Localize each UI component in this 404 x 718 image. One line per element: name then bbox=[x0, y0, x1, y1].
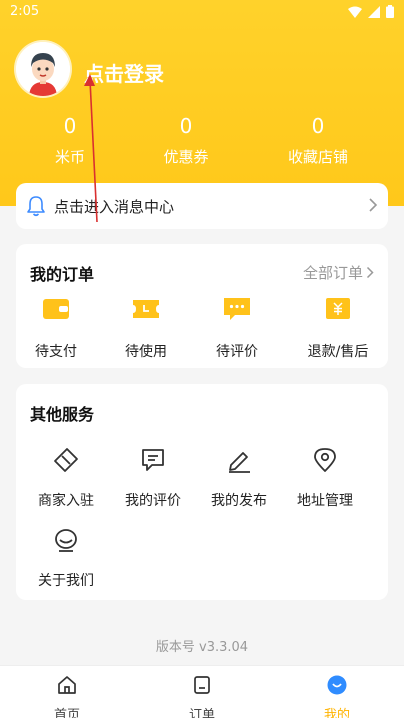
order-to-review[interactable]: 待评价 bbox=[197, 296, 277, 361]
home-icon bbox=[58, 676, 76, 694]
service-about-us[interactable]: 关于我们 bbox=[24, 527, 108, 590]
about-icon bbox=[55, 529, 77, 552]
edit-icon bbox=[229, 452, 250, 473]
service-merchant-join[interactable]: 商家入驻 bbox=[24, 447, 108, 510]
refund-icon bbox=[326, 298, 350, 319]
service-label: 地址管理 bbox=[297, 493, 353, 509]
review-icon bbox=[142, 449, 164, 471]
all-orders-link[interactable]: 全部订单 bbox=[303, 262, 374, 283]
chevron-right-icon bbox=[366, 266, 374, 279]
merchant-icon bbox=[54, 448, 78, 472]
profile-header: 2:05 点击登录 0 米币 0 优惠券 0 收藏店铺 bbox=[0, 0, 404, 206]
location-icon bbox=[314, 448, 336, 472]
bell-icon bbox=[27, 196, 45, 217]
stat-label: 收藏店铺 bbox=[287, 148, 348, 166]
all-orders-label: 全部订单 bbox=[302, 264, 363, 282]
stat-label: 米币 bbox=[54, 148, 85, 166]
order-to-use[interactable]: 待使用 bbox=[106, 296, 186, 361]
orders-title: 我的订单 bbox=[30, 265, 95, 284]
tab-label: 首页 bbox=[53, 708, 80, 718]
service-label: 商家入驻 bbox=[38, 493, 94, 509]
message-center-entry[interactable]: 点击进入消息中心 bbox=[16, 183, 388, 229]
tab-mine[interactable]: 我的 bbox=[270, 666, 404, 718]
tab-orders[interactable]: 订单 bbox=[135, 666, 269, 718]
tab-label: 我的 bbox=[323, 708, 350, 718]
stat-value: 0 bbox=[179, 114, 193, 138]
stat-coupons[interactable]: 0 优惠券 bbox=[126, 114, 246, 167]
wifi-icon bbox=[348, 6, 362, 18]
order-item-label: 待使用 bbox=[125, 344, 167, 360]
status-time: 2:05 bbox=[10, 4, 40, 19]
wallet-icon bbox=[43, 299, 69, 319]
chevron-right-icon bbox=[369, 198, 378, 212]
services-title: 其他服务 bbox=[30, 405, 95, 424]
order-item-label: 退款/售后 bbox=[307, 344, 369, 360]
tab-home[interactable]: 首页 bbox=[0, 666, 134, 718]
tab-label: 订单 bbox=[188, 708, 215, 718]
stats-row: 0 米币 0 优惠券 0 收藏店铺 bbox=[0, 114, 404, 174]
avatar-icon bbox=[16, 42, 70, 96]
ticket-icon bbox=[133, 300, 159, 318]
comment-icon bbox=[224, 298, 250, 320]
stat-value: 0 bbox=[311, 114, 325, 138]
message-center-label: 点击进入消息中心 bbox=[54, 197, 175, 216]
order-item-label: 待评价 bbox=[216, 344, 258, 360]
stat-value: 0 bbox=[63, 114, 77, 138]
stat-coins[interactable]: 0 米币 bbox=[10, 114, 130, 167]
service-label: 我的发布 bbox=[211, 493, 267, 509]
service-my-posts[interactable]: 我的发布 bbox=[197, 447, 281, 510]
service-my-reviews[interactable]: 我的评价 bbox=[111, 447, 195, 510]
order-pending-payment[interactable]: 待支付 bbox=[16, 296, 96, 361]
stat-label: 优惠券 bbox=[163, 148, 209, 166]
login-link[interactable]: 点击登录 bbox=[84, 58, 164, 87]
battery-icon bbox=[386, 5, 394, 18]
order-refund-aftersale[interactable]: 退款/售后 bbox=[298, 296, 378, 361]
version-text: 版本号 v3.3.04 bbox=[155, 640, 249, 655]
my-orders-card: 我的订单 全部订单 待支付 待使用 待评价 退款/售后 bbox=[16, 244, 388, 368]
order-icon bbox=[194, 676, 210, 694]
bottom-tab-bar: 首页 订单 我的 bbox=[0, 665, 404, 718]
service-address-manage[interactable]: 地址管理 bbox=[283, 447, 367, 510]
other-services-card: 其他服务 商家入驻 我的评价 我的发布 地址管理 关于我们 bbox=[16, 384, 388, 600]
profile-icon bbox=[327, 675, 347, 695]
signal-icon bbox=[368, 5, 380, 18]
status-icons bbox=[348, 5, 394, 18]
service-label: 关于我们 bbox=[38, 573, 94, 589]
status-bar: 2:05 bbox=[0, 0, 404, 24]
stat-favorite-shops[interactable]: 0 收藏店铺 bbox=[258, 114, 378, 167]
avatar[interactable] bbox=[16, 42, 70, 96]
service-label: 我的评价 bbox=[125, 493, 181, 509]
order-item-label: 待支付 bbox=[35, 344, 77, 360]
